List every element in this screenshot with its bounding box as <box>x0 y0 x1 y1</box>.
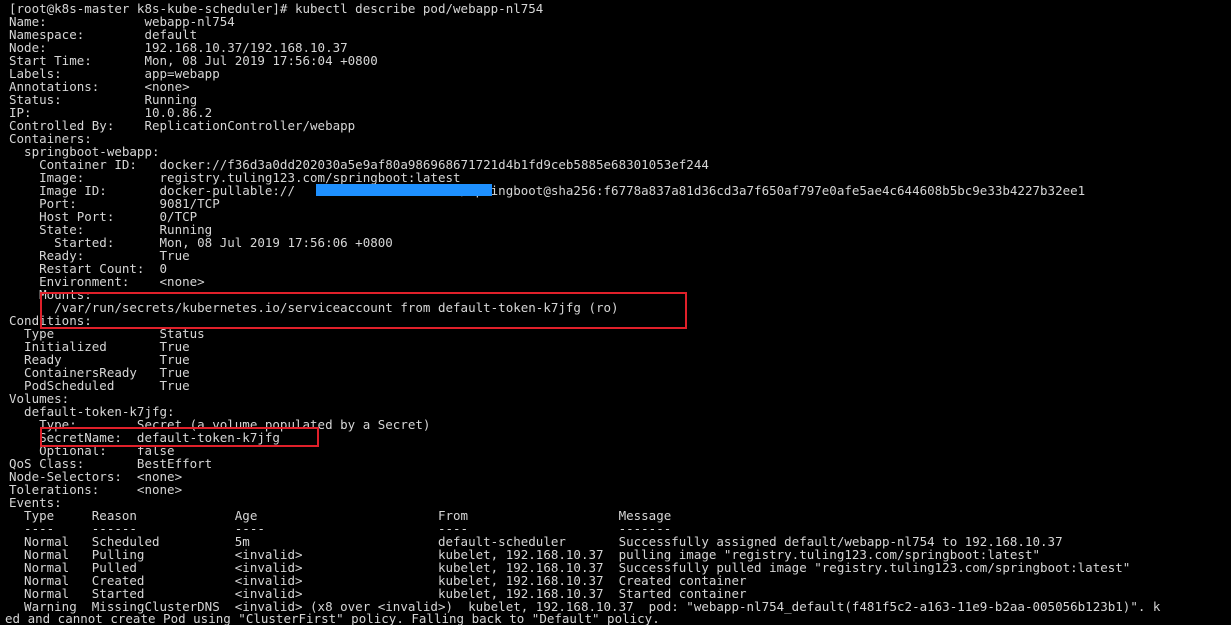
terminal-line: ed and cannot create Pod using "ClusterF… <box>5 611 660 625</box>
terminal-window[interactable]: [root@k8s-master k8s-kube-scheduler]# ku… <box>0 0 1231 625</box>
redaction-bar <box>316 184 492 196</box>
secretname-highlight-box <box>40 427 319 447</box>
mounts-highlight-box <box>40 292 687 329</box>
